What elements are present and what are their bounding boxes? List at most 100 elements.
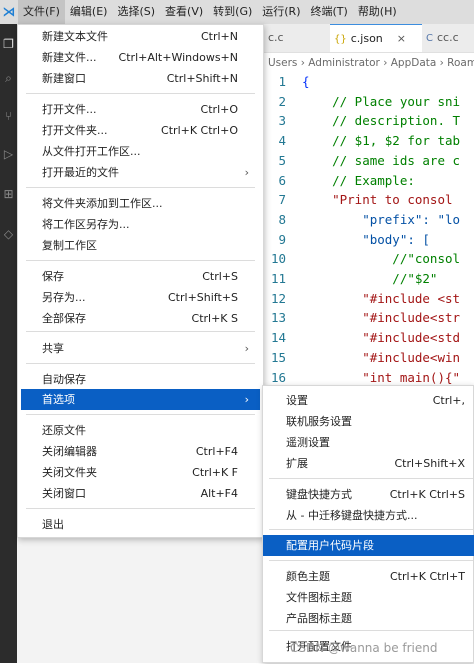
menu-separator bbox=[26, 414, 255, 415]
submenu-item-migrate-keyboard-shortcuts[interactable]: 从 - 中迁移键盘快捷方式... bbox=[263, 505, 474, 526]
menu-item-label: 自动保存 bbox=[42, 373, 86, 386]
tab-c-c[interactable]: c.c bbox=[264, 24, 330, 52]
menu-item-shortcut: Ctrl+K Ctrl+S bbox=[389, 488, 465, 501]
menu-item-preferences[interactable]: 首选项 › bbox=[21, 389, 260, 410]
line-number: 3 bbox=[278, 113, 286, 129]
code-line: 13 "#include<str bbox=[264, 308, 474, 328]
line-number: 7 bbox=[278, 192, 286, 208]
menu-item-save[interactable]: 保存 Ctrl+S bbox=[18, 266, 263, 287]
menu-edit[interactable]: 编辑(E) bbox=[65, 0, 113, 24]
chevron-right-icon: › bbox=[244, 342, 249, 355]
preferences-submenu: 设置 Ctrl+, 联机服务设置遥测设置扩展 Ctrl+Shift+X 键盘快捷方式 Ct… bbox=[262, 385, 474, 663]
code-text: //"consol bbox=[302, 251, 461, 267]
line-number: 2 bbox=[278, 93, 286, 109]
menu-item-add-folder-to-workspace[interactable]: 将文件夹添加到工作区... bbox=[18, 193, 263, 214]
menu-item-label: 将文件夹添加到工作区... bbox=[42, 197, 163, 210]
menu-file[interactable]: 文件(F) bbox=[18, 0, 65, 24]
submenu-item-color-theme[interactable]: 颜色主题 Ctrl+K Ctrl+T bbox=[263, 566, 474, 587]
menu-item-save-as[interactable]: 另存为... Ctrl+Shift+S bbox=[18, 287, 263, 308]
code-line: 11 //"$2" bbox=[264, 269, 474, 289]
menu-help[interactable]: 帮助(H) bbox=[353, 0, 402, 24]
menu-item-label: 配置用户代码片段 bbox=[286, 539, 374, 552]
menu-item-new-file[interactable]: 新建文件... Ctrl+Alt+Windows+N bbox=[18, 47, 263, 68]
menu-item-label: 遥测设置 bbox=[286, 436, 330, 449]
menu-item-close-editor[interactable]: 关闭编辑器 Ctrl+F4 bbox=[18, 441, 263, 462]
menu-item-close-window[interactable]: 关闭窗口 Alt+F4 bbox=[18, 483, 263, 504]
menu-item-label: 复制工作区 bbox=[42, 239, 97, 252]
code-text: "#include<str bbox=[302, 310, 461, 326]
menu-item-new-window[interactable]: 新建窗口 Ctrl+Shift+N bbox=[18, 68, 263, 89]
line-number: 8 bbox=[278, 211, 286, 227]
menu-item-label: 打开最近的文件 bbox=[42, 166, 119, 179]
editor-tabs: c.c {} c.json × Ccc.c bbox=[264, 24, 474, 53]
menu-item-revert-file[interactable]: 还原文件 bbox=[18, 420, 263, 441]
code-line: 6 // Example: bbox=[264, 171, 474, 191]
menu-view[interactable]: 查看(V) bbox=[160, 0, 208, 24]
menu-terminal[interactable]: 终端(T) bbox=[306, 0, 353, 24]
submenu-item-settings[interactable]: 设置 Ctrl+, bbox=[263, 390, 474, 411]
menu-item-open-file[interactable]: 打开文件... Ctrl+O bbox=[18, 99, 263, 120]
code-line: 10 //"consol bbox=[264, 249, 474, 269]
line-number: 15 bbox=[270, 349, 286, 365]
tab-c-json[interactable]: {} c.json × bbox=[330, 24, 422, 52]
submenu-item-online-services-settings[interactable]: 联机服务设置 bbox=[263, 411, 474, 432]
menu-run[interactable]: 运行(R) bbox=[257, 0, 305, 24]
menu-item-new-text-file[interactable]: 新建文本文件 Ctrl+N bbox=[18, 26, 263, 47]
menu-item-label: 产品图标主题 bbox=[286, 612, 352, 625]
menu-separator bbox=[26, 363, 255, 364]
chevron-right-icon: › bbox=[244, 393, 249, 406]
menu-selection[interactable]: 选择(S) bbox=[112, 0, 160, 24]
menu-separator bbox=[269, 560, 473, 561]
menu-item-save-workspace-as[interactable]: 将工作区另存为... bbox=[18, 214, 263, 235]
breadcrumb[interactable]: Users › Administrator › AppData › Roami bbox=[264, 54, 474, 72]
code-text: // Example: bbox=[302, 172, 415, 188]
line-number: 9 bbox=[278, 231, 286, 247]
menu-item-save-all[interactable]: 全部保存 Ctrl+K S bbox=[18, 308, 263, 329]
watermark: CSDN @wanna be friend bbox=[290, 641, 438, 655]
search-icon[interactable]: ⌕ bbox=[2, 72, 15, 85]
submenu-item-configure-user-snippets[interactable]: 配置用户代码片段 bbox=[263, 535, 474, 556]
source-control-icon[interactable]: ⑂ bbox=[2, 110, 15, 123]
submenu-item-extensions[interactable]: 扩展 Ctrl+Shift+X bbox=[263, 453, 474, 474]
extensions-icon[interactable]: ⊞ bbox=[2, 188, 15, 201]
code-editor[interactable]: 1{2 // Place your sni 3 // description. T… bbox=[264, 72, 474, 412]
submenu-item-product-icon-theme[interactable]: 产品图标主题 bbox=[263, 608, 474, 629]
menu-item-label: 从 - 中迁移键盘快捷方式... bbox=[286, 509, 418, 522]
menu-item-duplicate-workspace[interactable]: 复制工作区 bbox=[18, 235, 263, 256]
menu-item-label: 另存为... bbox=[42, 291, 86, 304]
code-line: 9 "body": [ bbox=[264, 230, 474, 250]
run-debug-icon[interactable]: ▷ bbox=[2, 148, 15, 161]
tab-cc-c[interactable]: Ccc.c bbox=[422, 24, 474, 52]
menu-go[interactable]: 转到(G) bbox=[208, 0, 257, 24]
submenu-item-telemetry-settings[interactable]: 遥测设置 bbox=[263, 432, 474, 453]
menu-item-open-workspace-from-file[interactable]: 从文件打开工作区... bbox=[18, 141, 263, 162]
line-number: 1 bbox=[278, 74, 286, 89]
menu-item-label: 文件图标主题 bbox=[286, 591, 352, 604]
menu-item-label: 将工作区另存为... bbox=[42, 218, 130, 231]
menu-item-share[interactable]: 共享 › bbox=[18, 338, 263, 359]
menu-item-exit[interactable]: 退出 bbox=[18, 514, 263, 535]
menu-item-open-folder[interactable]: 打开文件夹... Ctrl+K Ctrl+O bbox=[18, 120, 263, 141]
menu-item-close-folder[interactable]: 关闭文件夹 Ctrl+K F bbox=[18, 462, 263, 483]
submenu-item-keyboard-shortcuts[interactable]: 键盘快捷方式 Ctrl+K Ctrl+S bbox=[263, 484, 474, 505]
code-text: "#include <st bbox=[302, 290, 461, 306]
tab-label: c.c bbox=[268, 31, 284, 44]
line-number: 5 bbox=[278, 152, 286, 168]
line-number: 12 bbox=[270, 290, 286, 306]
code-line: 7 "Print to consol bbox=[264, 190, 474, 210]
chevron-right-icon: › bbox=[244, 166, 249, 179]
menu-item-auto-save[interactable]: 自动保存 bbox=[18, 369, 263, 390]
line-number: 4 bbox=[278, 133, 286, 149]
menu-item-label: 新建文本文件 bbox=[42, 30, 108, 43]
submenu-item-file-icon-theme[interactable]: 文件图标主题 bbox=[263, 587, 474, 608]
menu-item-label: 从文件打开工作区... bbox=[42, 145, 141, 158]
close-icon[interactable]: × bbox=[397, 32, 406, 45]
line-number: 14 bbox=[270, 330, 286, 346]
remote-explorer-icon[interactable]: ◇ bbox=[2, 228, 15, 241]
menu-item-open-recent[interactable]: 打开最近的文件 › bbox=[18, 162, 263, 183]
menu-item-label: 保存 bbox=[42, 270, 64, 283]
menu-item-label: 打开文件夹... bbox=[42, 124, 108, 137]
code-line: 15 "#include<win bbox=[264, 348, 474, 368]
code-text: "Print to consol bbox=[302, 192, 453, 208]
explorer-icon[interactable]: ❐ bbox=[2, 38, 15, 51]
